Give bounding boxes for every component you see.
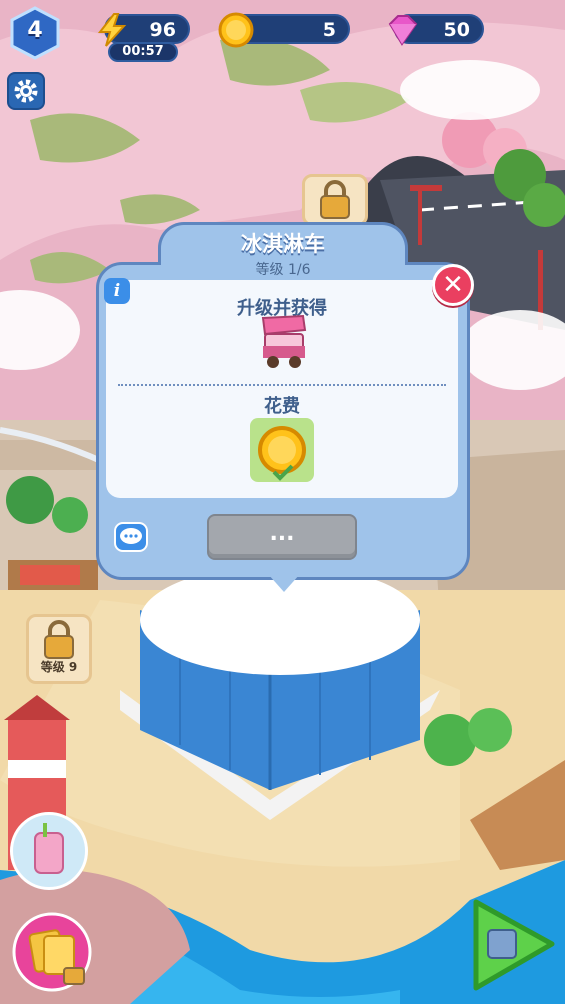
chat-bubble-icon	[120, 528, 142, 544]
dialog-pointer	[268, 574, 300, 592]
locked-building-level-label: 等级 9	[40, 660, 78, 674]
energy-counter[interactable]: 96	[97, 13, 190, 47]
dialog-level-text: 等级 1/6	[255, 262, 311, 278]
dialog-title: 冰淇淋车	[241, 232, 325, 256]
cards-button[interactable]	[10, 910, 94, 994]
gear-icon	[14, 79, 38, 103]
coin-icon	[258, 426, 306, 481]
drink-icon	[34, 823, 64, 874]
upgrade-button[interactable]: ...	[207, 514, 357, 560]
player-level-badge[interactable]: 4	[8, 6, 62, 60]
player-level-number: 4	[27, 18, 43, 43]
locked-building-bubble[interactable]	[302, 174, 368, 226]
coin-counter[interactable]: 5	[218, 12, 350, 48]
cost-label: 花费	[264, 396, 300, 417]
locked-building-level-9[interactable]: 等级 9	[26, 614, 92, 684]
gem-icon	[388, 15, 418, 46]
padlock-icon	[320, 180, 350, 219]
drink-order-bubble[interactable]	[10, 812, 88, 890]
energy-timer: 00:57	[108, 42, 178, 62]
ice-cream-cart-icon	[261, 314, 307, 368]
coin-value: 5	[322, 19, 336, 41]
dialog-divider	[118, 384, 446, 386]
gem-value: 50	[443, 19, 470, 41]
energy-value: 96	[149, 19, 176, 41]
cost-coin-tile	[250, 418, 314, 482]
settings-button[interactable]	[7, 72, 45, 110]
padlock-icon	[44, 620, 74, 659]
padlock-icon	[63, 967, 85, 985]
gem-counter[interactable]: 50	[388, 14, 484, 46]
chat-button[interactable]	[114, 522, 148, 552]
play-merge-button[interactable]	[466, 894, 558, 994]
coin-icon	[218, 12, 254, 48]
